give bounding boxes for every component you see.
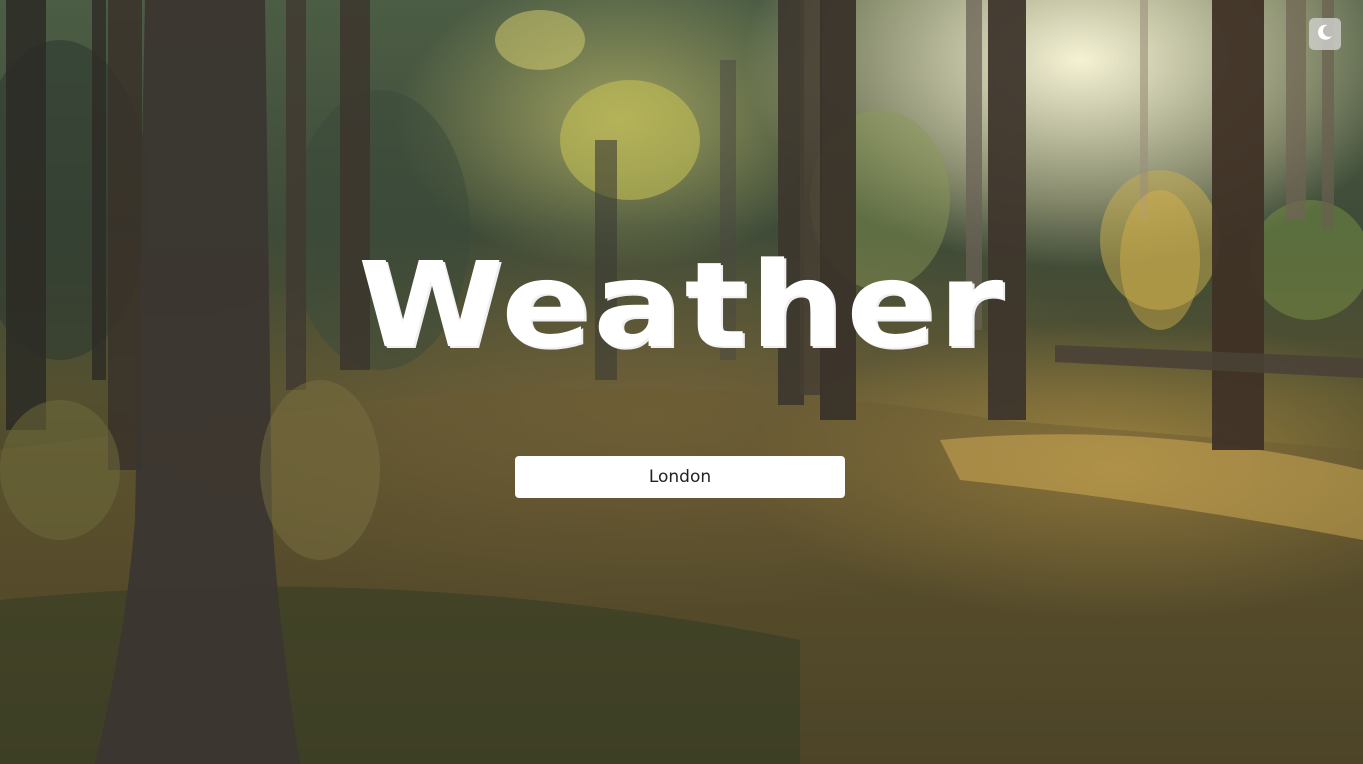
- page-title: Weather: [357, 236, 1006, 374]
- moon-icon: [1315, 22, 1335, 46]
- forest-background-image: [0, 0, 1363, 764]
- city-search-input[interactable]: [515, 456, 845, 498]
- theme-toggle-button[interactable]: [1309, 18, 1341, 50]
